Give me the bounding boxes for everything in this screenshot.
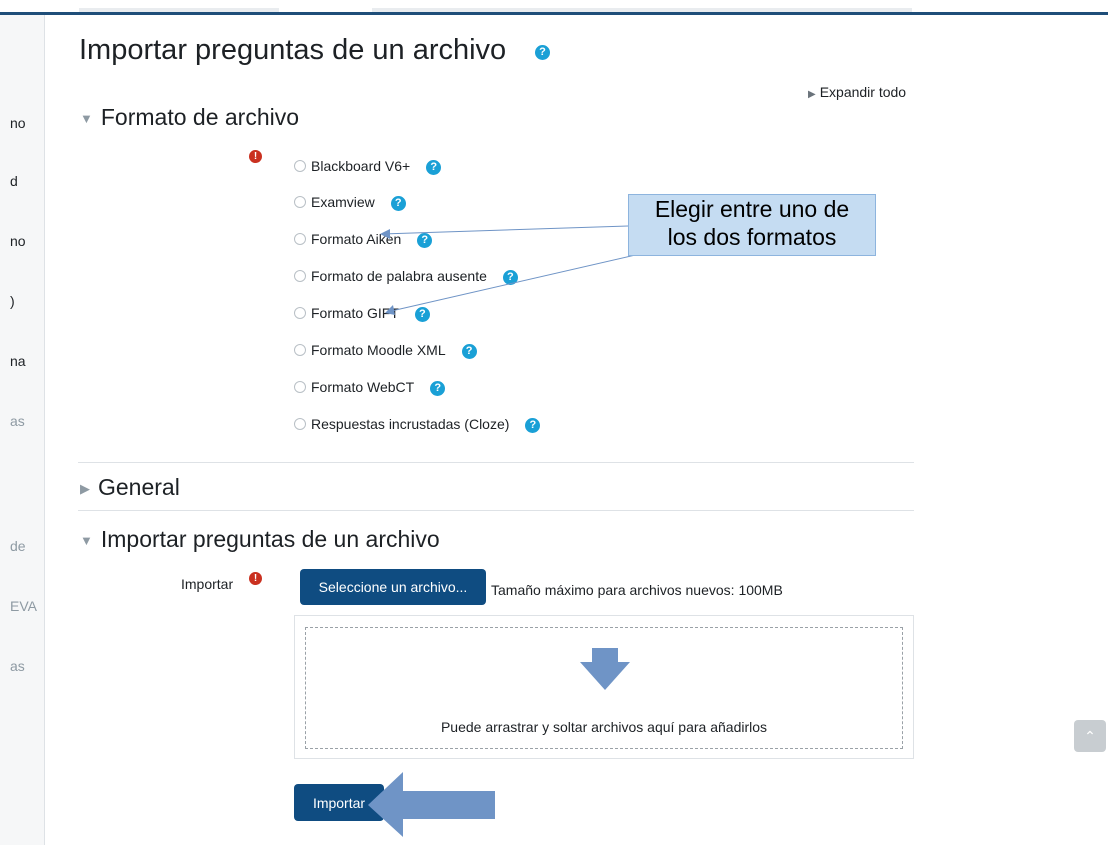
file-dropzone[interactable]: Puede arrastrar y soltar archivos aquí p… — [294, 615, 914, 759]
expand-all-label: Expandir todo — [819, 84, 907, 100]
radio-option[interactable]: Blackboard V6+? — [294, 156, 442, 176]
radio-button[interactable] — [294, 196, 306, 208]
radio-option[interactable]: Formato WebCT? — [294, 377, 446, 397]
radio-option[interactable]: Formato Moodle XML? — [294, 340, 477, 360]
sidebar-item[interactable]: EVA — [10, 598, 37, 614]
radio-button[interactable] — [294, 418, 306, 430]
section-divider — [78, 462, 914, 463]
sidebar-item[interactable]: na — [10, 353, 26, 369]
section-divider — [78, 510, 914, 511]
option-label: Respuestas incrustadas (Cloze) — [311, 416, 510, 432]
page-title: Importar preguntas de un archivo — [79, 34, 507, 66]
expand-all-link[interactable]: ▶ Expandir todo — [808, 84, 906, 100]
dropzone-area[interactable]: Puede arrastrar y soltar archivos aquí p… — [305, 627, 903, 749]
choose-file-button[interactable]: Seleccione un archivo... — [300, 569, 486, 605]
required-icon: ! — [249, 572, 262, 585]
help-icon[interactable]: ? — [430, 380, 446, 396]
section-label: Importar preguntas de un archivo — [100, 526, 440, 552]
help-icon[interactable]: ? — [390, 195, 406, 211]
caret-down-icon: ▼ — [80, 533, 93, 549]
radio-option[interactable]: Examview? — [294, 192, 406, 212]
option-label: Formato WebCT — [311, 379, 415, 395]
radio-option[interactable]: Formato Aiken? — [294, 229, 433, 249]
sidebar-item[interactable]: no — [10, 115, 26, 131]
help-icon[interactable]: ? — [502, 269, 518, 285]
radio-button[interactable] — [294, 381, 306, 393]
sidebar-item[interactable]: de — [10, 538, 26, 554]
sidebar-item[interactable]: ) — [10, 293, 15, 309]
option-label: Formato Moodle XML — [311, 342, 446, 358]
radio-option[interactable]: Respuestas incrustadas (Cloze)? — [294, 414, 541, 434]
max-size-text: Tamaño máximo para archivos nuevos: 100M… — [491, 582, 783, 598]
radio-button[interactable] — [294, 160, 306, 172]
section-label: Formato de archivo — [100, 104, 300, 130]
option-label: Formato Aiken — [311, 231, 402, 247]
radio-option[interactable]: Formato de palabra ausente? — [294, 266, 518, 286]
help-icon[interactable]: ? — [414, 306, 430, 322]
sidebar-item[interactable]: d — [10, 173, 18, 189]
radio-option[interactable]: Formato GIFT? — [294, 303, 430, 323]
triangle-right-icon: ▶ — [808, 89, 816, 100]
section-header-import[interactable]: ▼ Importar preguntas de un archivo — [80, 526, 440, 553]
radio-button[interactable] — [294, 344, 306, 356]
required-icon: ! — [249, 150, 262, 163]
radio-button[interactable] — [294, 307, 306, 319]
help-icon[interactable]: ? — [426, 159, 442, 175]
option-label: Examview — [311, 194, 375, 210]
annotation-line-1: Elegir entre uno de — [654, 196, 850, 222]
help-icon[interactable]: ? — [535, 45, 550, 60]
radio-button[interactable] — [294, 270, 306, 282]
import-field-label: Importar — [181, 576, 234, 592]
caret-down-icon: ▼ — [80, 111, 93, 127]
option-label: Blackboard V6+ — [311, 158, 411, 174]
chevron-up-icon: ⌃ — [1084, 728, 1096, 744]
download-arrow-icon — [580, 648, 630, 690]
left-drawer: no d no ) na as de EVA as — [0, 15, 45, 845]
option-label: Formato GIFT — [311, 305, 399, 321]
sidebar-item[interactable]: as — [10, 658, 25, 674]
annotation-line-2: los dos formatos — [667, 224, 837, 250]
radio-button[interactable] — [294, 233, 306, 245]
section-header-format[interactable]: ▼ Formato de archivo — [80, 104, 299, 131]
annotation-pointer-arrow — [368, 772, 495, 837]
annotation-callout: Elegir entre uno de los dos formatos — [628, 194, 876, 256]
help-icon[interactable]: ? — [461, 343, 477, 359]
section-header-general[interactable]: ▶ General — [80, 474, 180, 501]
help-icon[interactable]: ? — [417, 232, 433, 248]
header-bar — [0, 12, 1108, 15]
option-label: Formato de palabra ausente — [311, 268, 487, 284]
sidebar-item[interactable]: as — [10, 413, 25, 429]
back-to-top-button[interactable]: ⌃ — [1074, 720, 1106, 752]
caret-right-icon: ▶ — [80, 480, 90, 496]
help-icon[interactable]: ? — [525, 417, 541, 433]
sidebar-item[interactable]: no — [10, 233, 26, 249]
dropzone-text: Puede arrastrar y soltar archivos aquí p… — [440, 719, 768, 735]
section-label: General — [98, 474, 180, 500]
